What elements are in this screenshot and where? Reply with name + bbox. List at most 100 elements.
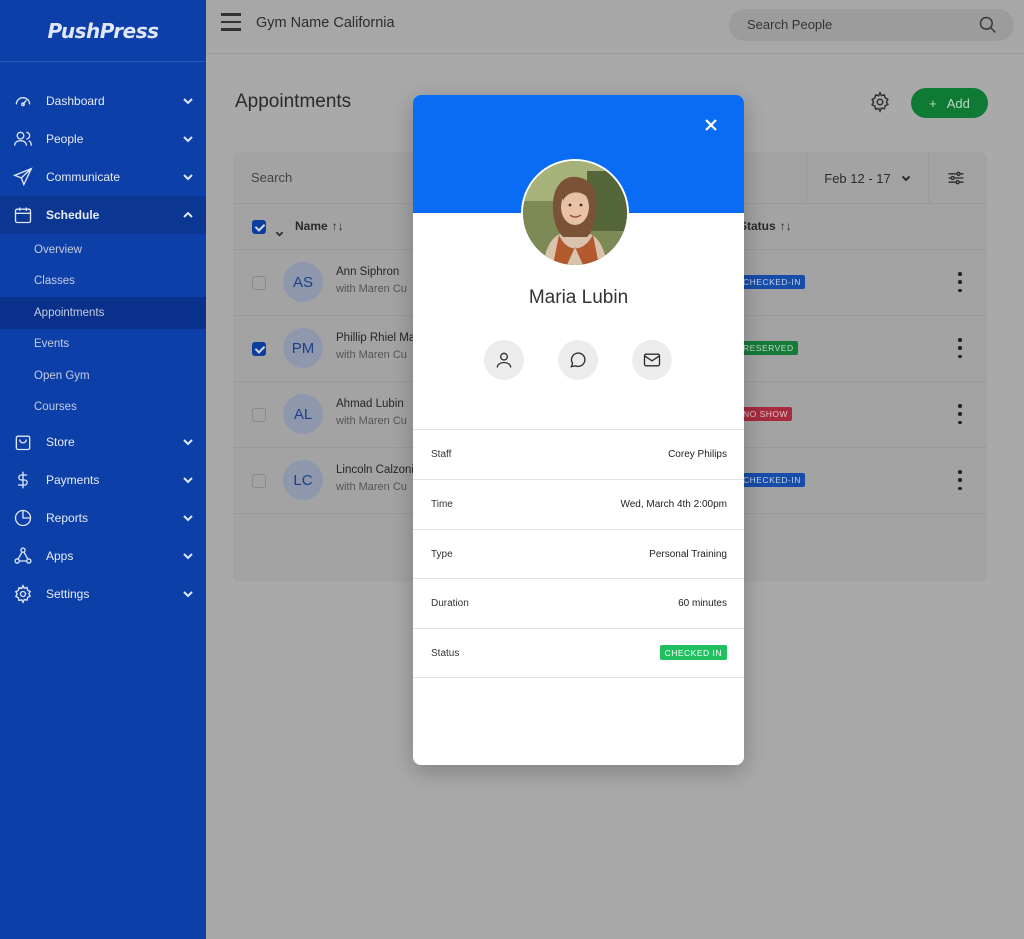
divider: [413, 677, 744, 678]
search-people-input[interactable]: Search People: [729, 9, 1014, 41]
brand-logo[interactable]: PushPress: [0, 0, 206, 62]
status-badge: CHECKED-IN: [739, 275, 805, 289]
message-button[interactable]: [558, 340, 598, 380]
sidebar-subitem-events[interactable]: Events: [0, 329, 206, 361]
sidebar-item-payments[interactable]: Payments: [0, 461, 206, 499]
detail-label: Staff: [431, 449, 452, 460]
sort-icon: ↑↓: [779, 219, 792, 233]
close-icon[interactable]: [703, 117, 719, 133]
email-button[interactable]: [632, 340, 672, 380]
status-badge: CHECKED IN: [659, 645, 727, 660]
sidebar-subitem-courses[interactable]: Courses: [0, 392, 206, 424]
people-icon: [12, 128, 34, 150]
gym-name[interactable]: Gym Name California: [256, 15, 395, 31]
row-checkbox[interactable]: [252, 408, 266, 422]
more-options-icon[interactable]: [957, 470, 963, 490]
sidebar-item-people[interactable]: People: [0, 120, 206, 158]
sidebar-item-reports[interactable]: Reports: [0, 499, 206, 537]
dashboard-icon: [12, 90, 34, 112]
date-range-dropdown[interactable]: Feb 12 - 17: [806, 152, 929, 204]
avatar: LC: [283, 460, 323, 500]
sidebar-item-schedule[interactable]: Schedule: [0, 196, 206, 234]
sidebar-subitem-overview[interactable]: Overview: [0, 234, 206, 266]
sidebar-item-label: Communicate: [46, 170, 121, 184]
avatar: PM: [283, 328, 323, 368]
plus-icon: +: [929, 95, 937, 111]
chevron-down-icon: [901, 175, 910, 182]
add-button[interactable]: + Add: [911, 88, 988, 118]
mail-icon: [643, 353, 661, 367]
row-name[interactable]: Ann Siphron: [336, 266, 399, 278]
detail-row-time: Time Wed, March 4th 2:00pm: [413, 479, 744, 529]
sidebar-subitem-classes[interactable]: Classes: [0, 266, 206, 298]
more-options-icon[interactable]: [957, 272, 963, 292]
row-checkbox[interactable]: [252, 342, 266, 356]
filter-sliders-icon[interactable]: [946, 168, 966, 188]
select-all-checkbox[interactable]: [252, 220, 266, 234]
sidebar-nav: Dashboard People Communicate Schedule Ov…: [0, 62, 206, 613]
row-subtitle: with Maren Cu: [336, 481, 407, 493]
sort-icon: ↑↓: [331, 219, 344, 233]
row-checkbox[interactable]: [252, 276, 266, 290]
detail-label: Duration: [431, 598, 469, 609]
sidebar-item-label: People: [46, 132, 84, 146]
detail-row-duration: Duration 60 minutes: [413, 578, 744, 628]
send-icon: [12, 166, 34, 188]
settings-gear-icon[interactable]: [869, 91, 891, 113]
detail-row-status: Status CHECKED IN: [413, 628, 744, 678]
dollar-icon: [12, 469, 34, 491]
sidebar-item-store[interactable]: Store: [0, 423, 206, 461]
chevron-down-icon: [182, 95, 194, 107]
detail-row-type: Type Personal Training: [413, 529, 744, 579]
sidebar-item-apps[interactable]: Apps: [0, 537, 206, 575]
calendar-icon: [12, 204, 34, 226]
row-name[interactable]: Phillip Rhiel Ma: [336, 332, 415, 344]
sidebar-item-label: Schedule: [46, 208, 100, 222]
profile-photo: [521, 159, 629, 267]
sidebar-item-label: Settings: [46, 587, 90, 601]
more-options-icon[interactable]: [957, 338, 963, 358]
chevron-up-icon: [182, 209, 194, 221]
user-icon: [496, 352, 512, 368]
gear-icon: [12, 583, 34, 605]
row-name[interactable]: Lincoln Calzoni: [336, 464, 414, 476]
column-header-status[interactable]: Status ↑↓: [739, 219, 792, 233]
chevron-down-icon: [182, 436, 194, 448]
date-range-label: Feb 12 - 17: [824, 170, 891, 186]
row-checkbox[interactable]: [252, 474, 266, 488]
sidebar-item-label: Store: [46, 435, 75, 449]
search-icon[interactable]: [978, 15, 998, 35]
table-search-input[interactable]: Search: [251, 170, 292, 185]
contact-actions: [484, 340, 674, 380]
chevron-down-icon[interactable]: [275, 225, 284, 237]
chevron-down-icon: [182, 588, 194, 600]
page-title: Appointments: [235, 91, 352, 112]
sidebar-item-settings[interactable]: Settings: [0, 575, 206, 613]
avatar: AS: [283, 262, 323, 302]
sidebar: PushPress Dashboard People Communicate S…: [0, 0, 206, 939]
view-profile-button[interactable]: [484, 340, 524, 380]
sidebar-subitem-open-gym[interactable]: Open Gym: [0, 360, 206, 392]
row-name[interactable]: Ahmad Lubin: [336, 398, 404, 410]
sidebar-item-communicate[interactable]: Communicate: [0, 158, 206, 196]
add-button-label: Add: [946, 95, 970, 111]
detail-value: Personal Training: [649, 549, 727, 560]
sidebar-item-label: Apps: [46, 549, 74, 563]
store-icon: [12, 431, 34, 453]
sidebar-subitem-appointments[interactable]: Appointments: [0, 297, 206, 329]
menu-icon[interactable]: [221, 13, 241, 31]
avatar: AL: [283, 394, 323, 434]
sidebar-item-dashboard[interactable]: Dashboard: [0, 82, 206, 120]
row-subtitle: with Maren Cu: [336, 283, 407, 295]
detail-row-staff: Staff Corey Philips: [413, 429, 744, 479]
detail-value: 60 minutes: [678, 598, 727, 609]
search-placeholder: Search People: [747, 17, 833, 32]
chevron-down-icon: [182, 512, 194, 524]
status-badge: CHECKED-IN: [739, 473, 805, 487]
status-badge: RESERVED: [739, 341, 798, 355]
detail-label: Status: [431, 648, 460, 659]
more-options-icon[interactable]: [957, 404, 963, 424]
detail-value: Wed, March 4th 2:00pm: [620, 499, 727, 510]
column-header-name[interactable]: Name ↑↓: [295, 219, 344, 233]
sidebar-item-label: Dashboard: [46, 94, 105, 108]
